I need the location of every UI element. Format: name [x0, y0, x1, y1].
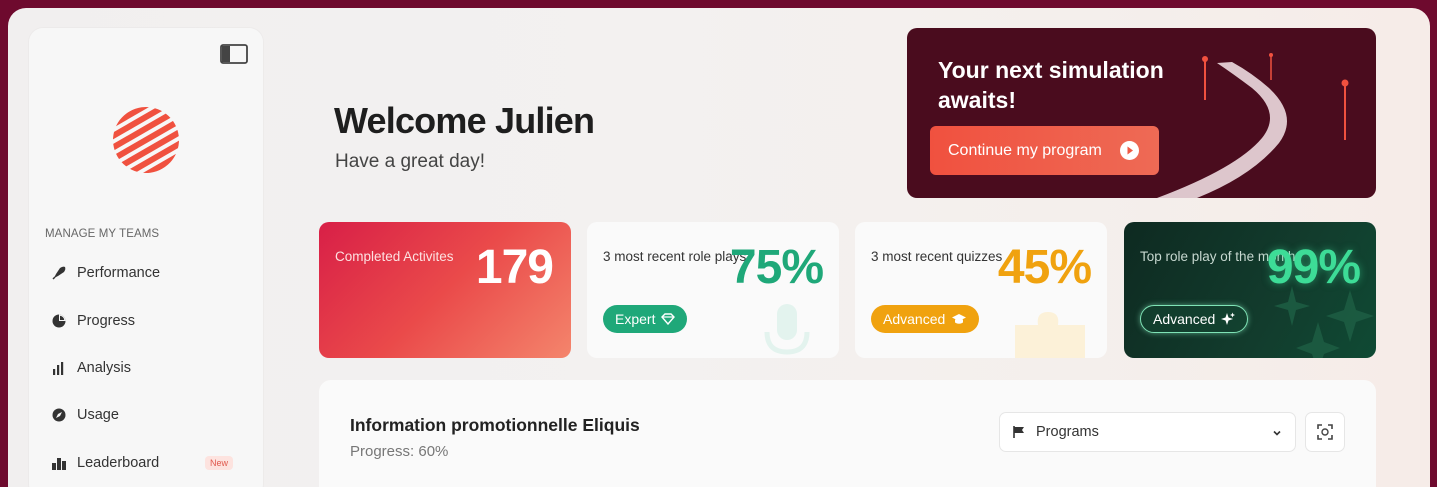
program-title: Information promotionnelle Eliquis	[350, 415, 640, 435]
sidebar-toggle-icon[interactable]	[219, 42, 249, 66]
stat-value: 99%	[1266, 241, 1361, 294]
stat-card-quizzes: 3 most recent quizzes 45% Advanced	[855, 222, 1107, 358]
section-title-manage-teams: MANAGE MY TEAMS	[45, 228, 160, 240]
promo-title: Your next simulation awaits!	[938, 57, 1164, 113]
play-icon	[1120, 141, 1139, 160]
podium-icon	[51, 455, 67, 471]
stat-card-role-plays: 3 most recent role plays 75% Expert	[587, 222, 839, 358]
stat-value: 179	[475, 241, 554, 294]
stat-label: 3 most recent quizzes	[871, 249, 1003, 264]
graduation-cap-icon	[952, 314, 967, 324]
stat-card-top-role-play: Top role play of the month 99% Advanced	[1124, 222, 1376, 358]
continue-program-button[interactable]: Continue my program	[930, 126, 1159, 175]
stat-label: 3 most recent role plays	[603, 249, 747, 264]
sidebar-item-label: Performance	[77, 265, 161, 281]
sidebar-item-label: Leaderboard	[77, 455, 160, 471]
sidebar: MANAGE MY TEAMS Performance Progress Ana…	[29, 28, 263, 487]
diamond-icon	[661, 313, 676, 325]
level-badge-advanced: Advanced	[871, 305, 980, 333]
puzzle-icon	[1015, 312, 1085, 358]
programs-select-value: Programs	[1036, 424, 1099, 440]
sidebar-item-progress[interactable]: Progress	[51, 306, 245, 336]
level-badge-expert: Expert	[603, 305, 688, 333]
rocket-icon	[51, 265, 67, 281]
stat-card-completed: Completed Activites 179	[319, 222, 571, 358]
focus-button[interactable]	[1305, 412, 1345, 452]
level-badge-advanced: Advanced	[1140, 305, 1249, 333]
level-badge-label: Advanced	[1153, 311, 1216, 327]
pie-chart-icon	[51, 313, 67, 329]
stat-value: 45%	[997, 241, 1092, 294]
focus-icon	[1317, 424, 1333, 440]
new-badge: New	[204, 456, 233, 470]
program-progress: Progress: 60%	[350, 443, 449, 460]
stat-value: 75%	[729, 241, 824, 294]
continue-program-label: Continue my program	[948, 141, 1102, 159]
level-badge-label: Expert	[615, 311, 656, 327]
sidebar-item-performance[interactable]: Performance	[51, 258, 245, 288]
level-badge-label: Advanced	[883, 311, 946, 327]
sidebar-item-usage[interactable]: Usage	[51, 400, 245, 430]
sparkle-icon	[1221, 312, 1236, 325]
sidebar-item-leaderboard[interactable]: Leaderboard New	[51, 448, 245, 478]
sidebar-item-analysis[interactable]: Analysis	[51, 353, 245, 383]
flag-icon	[1013, 426, 1024, 438]
page-title: Welcome Julien	[334, 100, 595, 141]
bar-chart-icon	[51, 360, 67, 376]
sidebar-item-label: Analysis	[77, 360, 131, 376]
app-window: MANAGE MY TEAMS Performance Progress Ana…	[8, 8, 1430, 487]
programs-select[interactable]: Programs	[999, 412, 1296, 452]
program-panel: Information promotionnelle Eliquis Progr…	[319, 380, 1376, 487]
page-subtitle: Have a great day!	[335, 151, 485, 172]
chevron-down-icon	[1273, 430, 1281, 436]
sidebar-item-label: Usage	[77, 407, 119, 423]
brand-logo	[100, 94, 192, 186]
simulation-promo-card: Your next simulation awaits! Continue my…	[907, 28, 1376, 198]
sidebar-item-label: Progress	[77, 313, 136, 329]
microphone-icon	[764, 304, 810, 355]
compass-icon	[51, 407, 67, 423]
stat-label: Completed Activites	[335, 249, 454, 264]
